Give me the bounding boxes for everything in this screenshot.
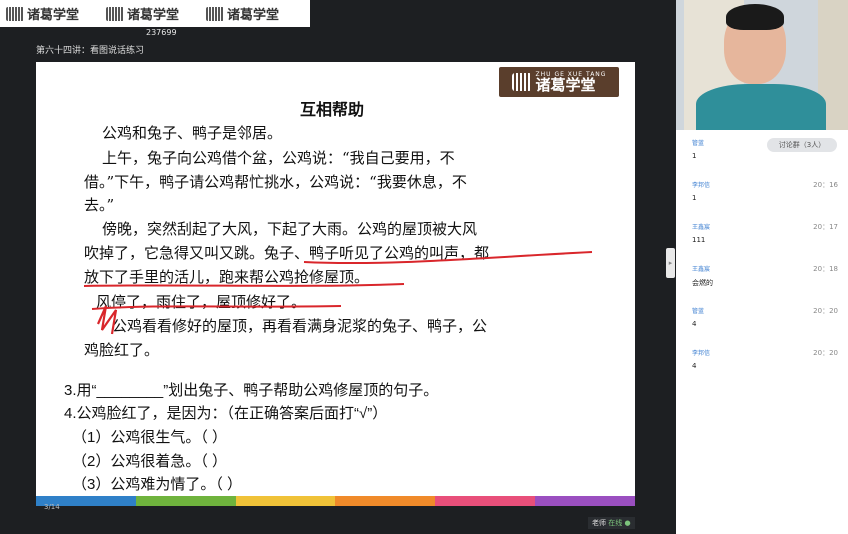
story-line: 借。”下午，鸭子请公鸡帮忙挑水，公鸡说：“我要休息，不 — [84, 173, 467, 191]
teacher-shirt — [696, 84, 826, 130]
color-segment — [435, 496, 536, 506]
presenter-online: 在线 ● — [608, 519, 631, 527]
chat-time: 20：17 — [813, 223, 838, 231]
story-line: 去。” — [84, 196, 115, 214]
chat-sender: 管蓝 — [692, 140, 705, 147]
brand-logo: 诸葛学堂 — [106, 3, 202, 25]
logo-name: 诸葛学堂 — [535, 75, 596, 94]
chat-sender: 管蓝 — [692, 308, 705, 315]
brand-logo: 诸葛学堂 — [206, 3, 302, 25]
chat-message: 李邦信 20：16 1 — [692, 180, 838, 210]
chat-time: 20：16 — [813, 181, 838, 189]
chat-text: 111 — [692, 236, 706, 244]
logo-text: 诸葛学堂 — [127, 8, 180, 23]
page-number: 3/14 — [44, 503, 60, 511]
chat-time: 20：20 — [813, 307, 838, 315]
slide-brand-logo: ZHU GE XUE TANG 诸葛学堂 — [499, 67, 619, 97]
panel-collapse-handle[interactable]: ▸ — [666, 248, 675, 278]
chat-message: 王鑫宸 20：18 会燃的 — [692, 264, 838, 294]
chat-text: 1 — [692, 194, 697, 202]
chat-message: 李邦信 20：20 4 — [692, 348, 838, 378]
story-line: 公鸡看看修好的屋顶，再看看满身泥浆的兔子、鸭子，公 — [112, 317, 488, 335]
story-title: 互相帮助 — [300, 100, 365, 119]
question-4: 4.公鸡脸红了，是因为：（在正确答案后面打“√”） — [64, 405, 388, 422]
teacher-webcam — [676, 0, 848, 130]
story-line: 风停了，雨住了，屋顶修好了。 — [96, 293, 307, 311]
teacher-hair — [726, 4, 784, 30]
chat-message: 管蓝 20：20 4 — [692, 306, 838, 336]
answer-option-2: （2）公鸡很着急。（ ） — [72, 453, 228, 470]
chat-sender: 王鑫宸 — [692, 224, 711, 231]
story-line: 公鸡和兔子、鸭子是邻居。 — [102, 124, 283, 142]
chat-text: 1 — [692, 152, 697, 160]
color-segment — [535, 496, 635, 506]
logo-mark-icon — [6, 6, 24, 21]
slide-progress-color-bar — [36, 496, 635, 506]
answer-option-3: （3）公鸡难为情了。（ ） — [72, 476, 243, 493]
logo-mark-icon — [511, 73, 532, 91]
chat-time: 20：20 — [813, 349, 838, 357]
chat-time: 20：18 — [813, 265, 838, 273]
slide-canvas: ZHU GE XUE TANG 诸葛学堂 互相帮助 公鸡和兔子、鸭子是邻居。 上… — [36, 62, 635, 496]
color-segment — [235, 496, 336, 506]
brand-logo: 诸葛学堂 — [6, 3, 102, 25]
logo-text: 诸葛学堂 — [27, 8, 80, 23]
chat-message: 管蓝 1 — [692, 138, 838, 168]
chat-text: 4 — [692, 320, 697, 328]
story-line: 上午，兔子向公鸡借个盆，公鸡说：“我自己要用，不 — [102, 149, 455, 167]
lesson-title: 第六十四讲：看图说话练习 — [36, 46, 145, 56]
question-3: 3.用“________”划出兔子、鸭子帮助公鸡修屋顶的句子。 — [64, 382, 439, 399]
chat-sender: 王鑫宸 — [692, 266, 711, 273]
room-id: 237699 — [146, 28, 177, 37]
presenter-label: 老师 — [592, 519, 606, 527]
logo-mark-icon — [206, 6, 224, 21]
presenter-status: 老师 在线 ● — [588, 517, 635, 529]
color-segment — [335, 496, 436, 506]
chat-text: 4 — [692, 362, 697, 370]
logo-mark-icon — [106, 6, 124, 21]
story-line: 傍晚，突然刮起了大风，下起了大雨。公鸡的屋顶被大风 — [102, 220, 478, 238]
color-segment — [135, 496, 236, 506]
story-line: 鸡脸红了。 — [84, 341, 160, 359]
story-line: 吹掉了，它急得又叫又跳。兔子、鸭子听见了公鸡的叫声，都 — [84, 244, 490, 262]
brand-logo-strip: 诸葛学堂 诸葛学堂 诸葛学堂 — [0, 0, 310, 27]
chat-message: 王鑫宸 20：17 111 — [692, 222, 838, 252]
chat-sender: 李邦信 — [692, 182, 711, 189]
logo-text: 诸葛学堂 — [227, 8, 280, 23]
chat-sender: 李邦信 — [692, 350, 711, 357]
story-line: 放下了手里的活儿，跑来帮公鸡抢修屋顶。 — [84, 268, 370, 286]
chat-text: 会燃的 — [692, 279, 713, 287]
answer-option-1: （1）公鸡很生气。（ ） — [72, 429, 228, 446]
